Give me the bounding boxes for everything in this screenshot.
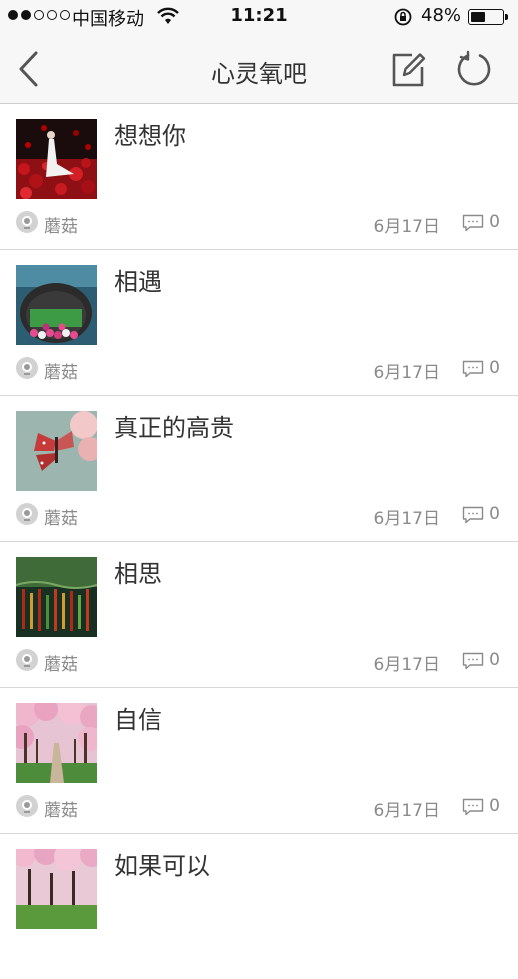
comment-count: 0 — [489, 796, 500, 816]
post-thumbnail — [16, 119, 97, 199]
list-item[interactable]: 如果可以 — [0, 834, 518, 979]
status-bar: 中国移动 11:21 48% — [0, 0, 518, 34]
post-meta: 蘑菇 6月17日 0 — [16, 648, 502, 675]
list-item[interactable]: 真正的高贵 蘑菇 6月17日 0 — [0, 396, 518, 542]
comment-icon — [462, 798, 484, 816]
post-meta: 蘑菇 6月17日 0 — [16, 502, 502, 529]
post-author: 蘑菇 — [44, 217, 78, 237]
post-author: 蘑菇 — [44, 801, 78, 821]
post-meta: 蘑菇 6月17日 0 — [16, 356, 502, 383]
navigation-bar: 心灵氧吧 — [0, 34, 518, 103]
battery-tip — [505, 14, 508, 20]
comment-icon — [462, 360, 484, 378]
battery-icon — [468, 9, 504, 25]
rotation-lock-icon — [394, 8, 412, 26]
page-title: 心灵氧吧 — [211, 60, 307, 88]
post-title: 自信 — [114, 706, 162, 734]
post-thumbnail — [16, 703, 97, 783]
post-title: 真正的高贵 — [114, 414, 234, 442]
post-title: 想想你 — [114, 122, 186, 150]
post-author: 蘑菇 — [44, 363, 78, 383]
post-list: 想想你 蘑菇 6月17日 0 相遇 蘑菇 6月17日 0 真正的高贵 蘑菇 6月… — [0, 104, 518, 979]
avatar — [16, 211, 38, 233]
post-date: 6月17日 — [373, 655, 440, 675]
comment-count: 0 — [489, 504, 500, 524]
post-thumbnail — [16, 265, 97, 345]
list-item[interactable]: 相思 蘑菇 6月17日 0 — [0, 542, 518, 688]
post-date: 6月17日 — [373, 509, 440, 529]
post-author: 蘑菇 — [44, 509, 78, 529]
comment-count: 0 — [489, 212, 500, 232]
post-meta: 蘑菇 6月17日 0 — [16, 794, 502, 821]
post-date: 6月17日 — [373, 217, 440, 237]
top-bar: 中国移动 11:21 48% 心灵氧吧 — [0, 0, 518, 104]
avatar — [16, 503, 38, 525]
compose-icon[interactable] — [388, 49, 428, 89]
post-title: 相思 — [114, 560, 162, 588]
comment-icon — [462, 214, 484, 232]
post-thumbnail — [16, 557, 97, 637]
avatar — [16, 795, 38, 817]
refresh-icon[interactable] — [454, 49, 494, 89]
avatar — [16, 649, 38, 671]
comment-count: 0 — [489, 358, 500, 378]
comment-icon — [462, 506, 484, 524]
list-item[interactable]: 自信 蘑菇 6月17日 0 — [0, 688, 518, 834]
post-date: 6月17日 — [373, 363, 440, 383]
battery-percent: 48% — [421, 5, 462, 26]
post-title: 如果可以 — [114, 852, 210, 880]
list-item[interactable]: 想想你 蘑菇 6月17日 0 — [0, 104, 518, 250]
post-thumbnail — [16, 849, 97, 929]
post-meta: 蘑菇 6月17日 0 — [16, 210, 502, 237]
post-title: 相遇 — [114, 268, 162, 296]
avatar — [16, 357, 38, 379]
comment-icon — [462, 652, 484, 670]
comment-count: 0 — [489, 650, 500, 670]
list-item[interactable]: 相遇 蘑菇 6月17日 0 — [0, 250, 518, 396]
post-date: 6月17日 — [373, 801, 440, 821]
post-author: 蘑菇 — [44, 655, 78, 675]
post-thumbnail — [16, 411, 97, 491]
